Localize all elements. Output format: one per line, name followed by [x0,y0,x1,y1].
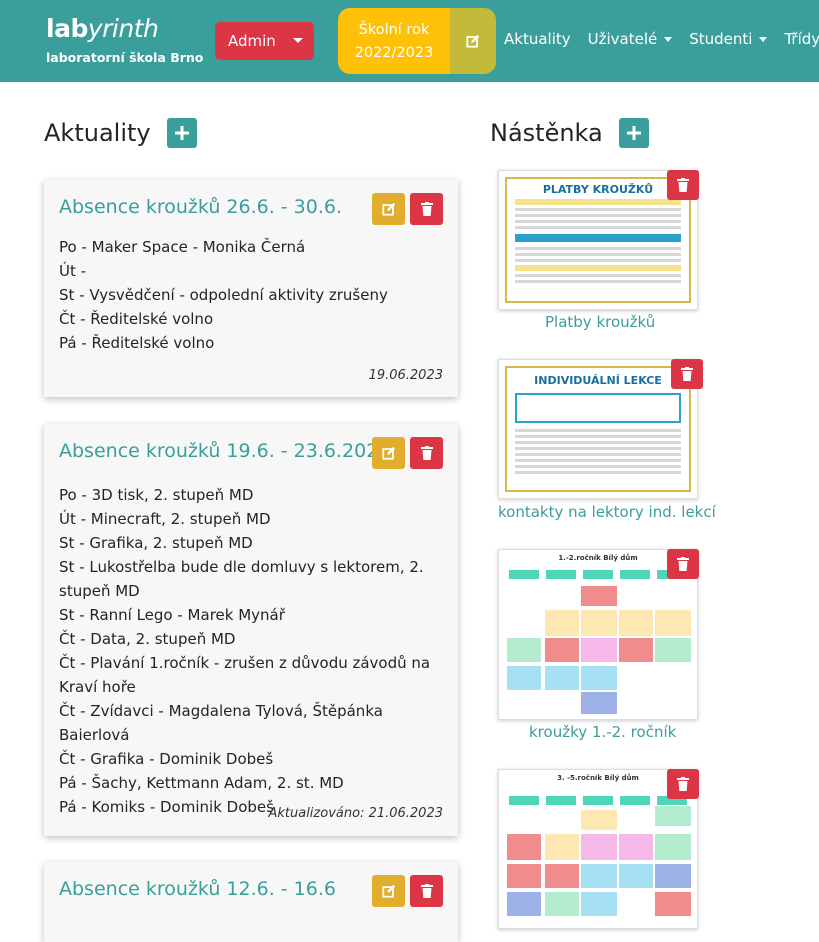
trash-icon [420,202,433,216]
news-card-date: 19.06.2023 [368,368,443,383]
trash-icon [420,446,433,460]
board-heading-text: Nástěnka [490,119,603,147]
edit-icon [381,884,395,898]
poster-title: PLATBY KROUŽKŮ [542,183,654,196]
trash-icon [681,367,693,381]
nav-link-studenti[interactable]: Studenti [689,30,768,48]
add-board-item-button[interactable] [618,118,649,148]
news-line: Út - Minecraft, 2. stupeň MD [59,510,271,528]
news-card: Absence kroužků 26.6. - 30.6. Po - Maker… [44,180,458,397]
board-thumbnail[interactable]: INDIVIDUÁLNÍ LEKCE [498,359,698,499]
brand-logo[interactable]: labyrinth laboratorní škola Brno [46,14,203,65]
news-line: Pá - Šachy, Kettmann Adam, 2. st. MD [59,774,344,792]
edit-school-year-button[interactable] [450,8,496,74]
admin-dropdown-button[interactable]: Admin [215,22,314,60]
add-news-button[interactable] [166,118,197,148]
news-card-actions [372,193,443,225]
news-line: Čt - Data, 2. stupeň MD [59,630,236,648]
news-line: St - Lukostřelba bude dle domluvy s lekt… [59,558,424,576]
school-year-display[interactable]: Školní rok 2022/2023 [338,8,450,74]
chevron-down-icon [293,38,303,43]
trash-icon [677,178,689,192]
trash-icon [677,777,689,791]
board-heading: Nástěnka [490,118,649,148]
nav-link-tridy[interactable]: Třídy [784,30,819,48]
trash-icon [420,884,433,898]
edit-news-button[interactable] [372,437,405,469]
news-line: Kraví hoře [59,678,136,696]
delete-news-button[interactable] [410,193,443,225]
news-line: Čt - Zvídavci - Magdalena Tylová, Štěpán… [59,702,383,744]
plus-icon [626,126,641,140]
news-card-date: Aktualizováno: 21.06.2023 [268,806,443,821]
news-card-actions [372,437,443,469]
poster-frame: INDIVIDUÁLNÍ LEKCE [505,366,691,492]
poster-title: INDIVIDUÁLNÍ LEKCE [534,374,662,387]
news-card-actions [372,875,443,907]
chevron-down-icon [664,36,673,42]
news-line: Čt - Grafika - Dominik Dobeš [59,750,274,768]
news-card-title[interactable]: Absence kroužků 12.6. - 16.6 [59,878,336,900]
news-card-title[interactable]: Absence kroužků 26.6. - 30.6. [59,196,342,218]
news-card-body: Po - Maker Space - Monika Černá Út - St … [59,235,444,355]
school-year-group: Školní rok 2022/2023 [338,8,496,74]
school-year-label: Školní rok [358,22,430,38]
nav-links: Aktuality Uživatelé Studenti Třídy [504,30,819,48]
news-card: Absence kroužků 12.6. - 16.6 [44,862,458,942]
news-line: Pá - Ředitelské volno [59,334,215,352]
news-card-body: Po - 3D tisk, 2. stupeň MD Út - Minecraf… [59,483,444,819]
delete-board-item-button[interactable] [667,170,699,200]
chevron-down-icon [759,36,768,42]
board-item-label[interactable]: Platby kroužků [545,313,655,331]
news-line: St - Vysvědčení - odpolední aktivity zru… [59,286,388,304]
admin-label: Admin [228,32,276,50]
news-card: Absence kroužků 19.6. - 23.6.2023 Po - 3… [44,424,458,836]
nav-link-aktuality[interactable]: Aktuality [504,30,571,48]
delete-news-button[interactable] [410,437,443,469]
news-line: Po - 3D tisk, 2. stupeň MD [59,486,254,504]
delete-board-item-button[interactable] [667,769,699,799]
edit-icon [381,202,395,216]
brand-subtitle: laboratorní škola Brno [46,50,204,65]
navbar: labyrinth laboratorní škola Brno Admin Š… [0,0,819,82]
trash-icon [677,557,689,571]
delete-news-button[interactable] [410,875,443,907]
edit-news-button[interactable] [372,875,405,907]
school-year-value: 2022/2023 [354,45,434,61]
news-line: Čt - Ředitelské volno [59,310,214,328]
edit-icon [381,446,395,460]
poster-frame: PLATBY KROUŽKŮ [505,177,691,303]
news-card-title[interactable]: Absence kroužků 19.6. - 23.6.2023 [59,440,390,462]
edit-icon [466,34,480,48]
board-item-label[interactable]: kontakty na lektory ind. lekcí [498,503,716,521]
plus-icon [174,126,189,140]
news-line: St - Ranní Lego - Marek Mynář [59,606,285,624]
news-line: Čt - Plavání 1.ročník - zrušen z důvodu … [59,654,431,672]
news-line: Po - Maker Space - Monika Černá [59,238,306,256]
news-line: Út - [59,262,87,280]
news-heading-text: Aktuality [44,119,151,147]
edit-news-button[interactable] [372,193,405,225]
board-item-label[interactable]: kroužky 1.-2. ročník [529,723,676,741]
delete-board-item-button[interactable] [671,359,703,389]
delete-board-item-button[interactable] [667,549,699,579]
news-heading: Aktuality [44,118,197,148]
logo-text: labyrinth [46,14,159,43]
news-line: St - Grafika, 2. stupeň MD [59,534,253,552]
news-line: stupeň MD [59,582,140,600]
nav-link-uzivatele[interactable]: Uživatelé [588,30,673,48]
